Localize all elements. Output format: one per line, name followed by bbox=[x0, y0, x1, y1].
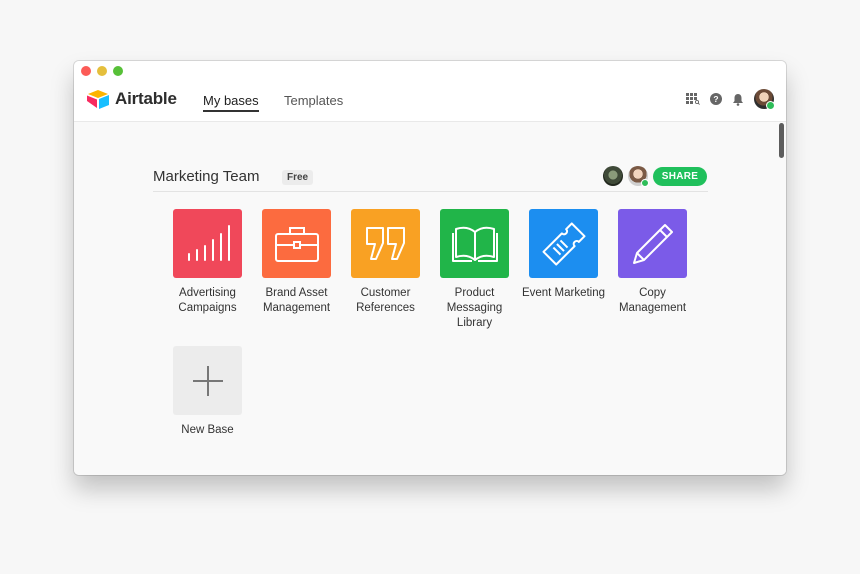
header-actions: ? bbox=[676, 89, 775, 110]
airtable-logo[interactable]: Airtable bbox=[86, 89, 177, 109]
base-copy-management[interactable]: Copy Management bbox=[608, 209, 697, 316]
online-status-dot bbox=[641, 179, 649, 187]
pencil-icon bbox=[632, 223, 673, 264]
plus-icon bbox=[192, 365, 223, 396]
base-tile[interactable] bbox=[618, 209, 687, 278]
app-name: Airtable bbox=[115, 89, 177, 108]
bell-icon[interactable] bbox=[732, 93, 744, 106]
maximize-window-button[interactable] bbox=[113, 66, 123, 76]
base-label: Advertising Campaigns bbox=[178, 287, 237, 314]
base-customer-references[interactable]: Customer References bbox=[341, 209, 430, 316]
apps-grid-icon[interactable] bbox=[686, 93, 700, 105]
collaborator-avatar-online[interactable] bbox=[628, 166, 649, 187]
online-status-dot bbox=[766, 101, 775, 110]
base-advertising-campaigns[interactable]: Advertising Campaigns bbox=[163, 209, 252, 316]
base-product-messaging-library[interactable]: Product Messaging Library bbox=[430, 209, 519, 331]
book-icon bbox=[451, 226, 498, 262]
close-window-button[interactable] bbox=[81, 66, 91, 76]
base-tile[interactable] bbox=[440, 209, 509, 278]
window-titlebar bbox=[74, 61, 786, 81]
base-label: Event Marketing bbox=[521, 287, 606, 299]
workspace-header: Marketing Team Free SHARE bbox=[153, 165, 708, 192]
base-label: Product Messaging Library bbox=[446, 287, 503, 329]
new-base[interactable]: New Base bbox=[163, 346, 252, 438]
base-event-marketing[interactable]: Event Marketing bbox=[519, 209, 608, 301]
new-base-label: New Base bbox=[181, 424, 234, 436]
user-avatar[interactable] bbox=[754, 89, 775, 110]
collaborator-avatar[interactable] bbox=[603, 166, 623, 186]
tab-my-bases[interactable]: My bases bbox=[203, 93, 259, 112]
ticket-icon bbox=[541, 221, 586, 266]
minimize-window-button[interactable] bbox=[97, 66, 107, 76]
share-button[interactable]: SHARE bbox=[653, 167, 707, 186]
bar-chart-icon bbox=[187, 224, 230, 261]
help-icon[interactable]: ? bbox=[710, 93, 722, 105]
svg-text:?: ? bbox=[713, 94, 718, 104]
new-base-tile[interactable] bbox=[173, 346, 242, 415]
base-brand-asset-management[interactable]: Brand Asset Management bbox=[252, 209, 341, 316]
plan-badge[interactable]: Free bbox=[282, 170, 314, 185]
vertical-scrollbar[interactable] bbox=[779, 123, 784, 158]
app-window: Airtable My bases Templates ? Marketing … bbox=[74, 61, 786, 475]
top-navigation-bar: Airtable My bases Templates ? bbox=[74, 81, 786, 122]
base-label: Brand Asset Management bbox=[262, 287, 331, 314]
base-label: Copy Management bbox=[618, 287, 687, 314]
base-tile[interactable] bbox=[351, 209, 420, 278]
base-tile[interactable] bbox=[529, 209, 598, 278]
base-tile[interactable] bbox=[262, 209, 331, 278]
workspace-title[interactable]: Marketing Team bbox=[153, 168, 259, 185]
tab-templates[interactable]: Templates bbox=[284, 93, 343, 108]
base-label: Customer References bbox=[356, 287, 415, 314]
airtable-logo-icon bbox=[87, 90, 109, 109]
avatar bbox=[754, 89, 775, 110]
main-content: Marketing Team Free SHARE Advertising Ca… bbox=[74, 122, 786, 475]
base-tile[interactable] bbox=[173, 209, 242, 278]
quote-icon bbox=[365, 226, 405, 260]
briefcase-icon bbox=[274, 226, 319, 262]
